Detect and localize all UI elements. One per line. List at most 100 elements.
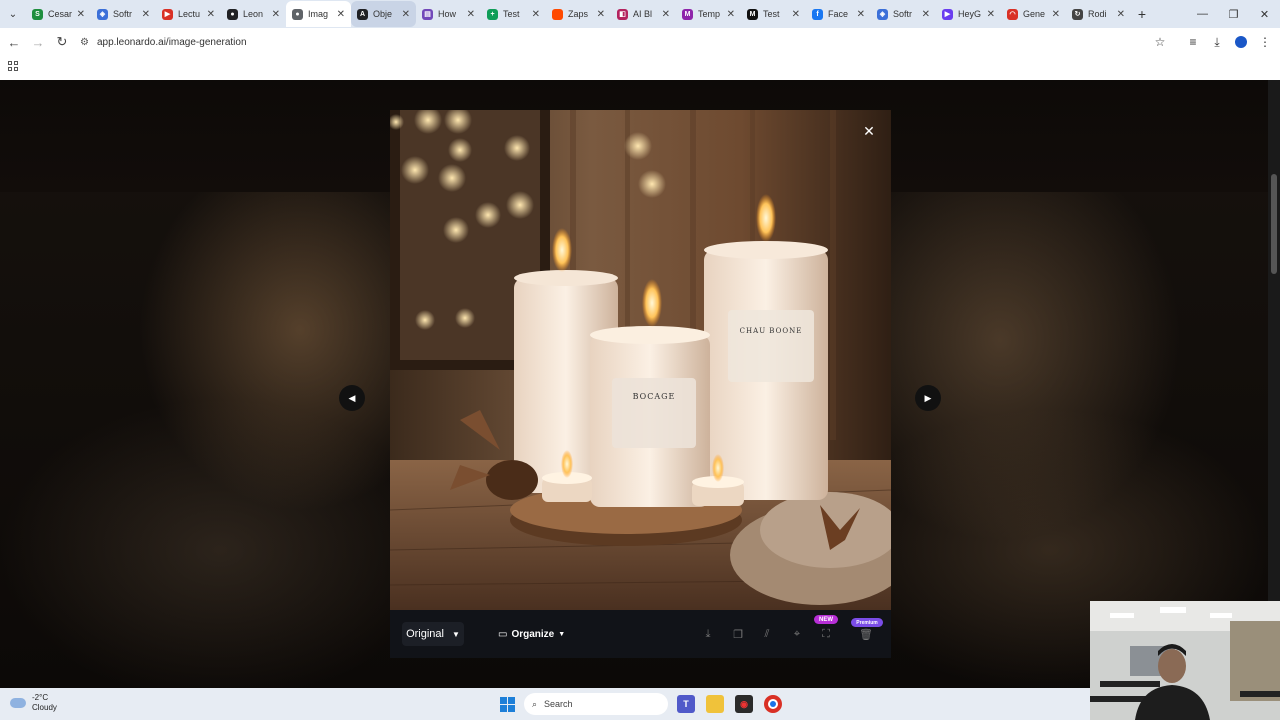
tab-close-icon[interactable]: ✕ (142, 9, 150, 20)
address-bar[interactable]: ⚙ app.leonardo.ai/image-generation (80, 31, 1170, 53)
page-scrollbar[interactable] (1268, 80, 1280, 688)
copy-image-icon[interactable]: ❐ (730, 626, 746, 642)
download-image-icon[interactable]: ⤓ (700, 626, 716, 642)
browser-tab[interactable]: ● Imag ✕ (286, 1, 351, 27)
new-tab-button[interactable]: + (1131, 6, 1153, 22)
tab-favicon-icon: ▶ (942, 8, 953, 20)
search-icon: ⌕ (532, 698, 538, 709)
file-explorer-icon[interactable] (706, 695, 724, 713)
tab-close-icon[interactable]: ✕ (337, 9, 345, 20)
tab-title: HeyG (958, 9, 982, 19)
reading-list-icon[interactable]: ≡ (1181, 30, 1205, 54)
tab-close-icon[interactable]: ✕ (922, 9, 930, 20)
close-window-button[interactable]: ✕ (1249, 0, 1280, 28)
url-text: app.leonardo.ai/image-generation (96, 36, 247, 48)
browser-tab[interactable]: ▤ How ✕ (416, 1, 481, 27)
windows-taskbar: -2°C Cloudy ⌕ Search T ◉ (0, 688, 1280, 720)
browser-tab[interactable]: M Temp ✕ (676, 1, 741, 27)
chrome-icon[interactable] (764, 695, 782, 713)
weather-widget[interactable]: -2°C Cloudy (10, 693, 57, 713)
forward-button[interactable]: → (26, 30, 50, 54)
tab-close-icon[interactable]: ✕ (467, 9, 475, 20)
start-button[interactable] (498, 695, 516, 713)
search-placeholder: Search (544, 699, 573, 709)
browser-tab[interactable]: S Cesar ✕ (26, 1, 91, 27)
browser-tab[interactable]: ▶ Lectu ✕ (156, 1, 221, 27)
tab-close-icon[interactable]: ✕ (597, 9, 605, 20)
version-select[interactable]: Original ▼ (402, 622, 464, 646)
temperature: -2°C (32, 693, 49, 702)
upscale-icon[interactable]: ⌖ (789, 626, 805, 642)
minimize-button[interactable]: — (1187, 0, 1218, 28)
tab-title: Imag (308, 9, 329, 19)
media-app-icon[interactable]: ◉ (735, 695, 753, 713)
cloud-icon (10, 698, 26, 708)
tab-title: Face (828, 9, 849, 19)
browser-tab[interactable]: A Obje ✕ (351, 1, 416, 27)
caret-down-icon: ▼ (558, 630, 566, 638)
next-image-button[interactable]: ▶ (915, 385, 941, 411)
organize-button[interactable]: ▭ Organize ▼ (498, 622, 565, 646)
expand-icon[interactable]: ⛶ (818, 626, 834, 642)
remove-background-icon[interactable]: ⫽ (759, 626, 775, 642)
candle-label-right: CHAU BOONE (739, 327, 803, 335)
browser-tab[interactable]: + Test ✕ (481, 1, 546, 27)
browser-tab[interactable]: ◈ Softr ✕ (91, 1, 156, 27)
tab-title: Zaps (568, 9, 589, 19)
browser-tab[interactable]: ◈ Softr ✕ (871, 1, 936, 27)
tab-search-button[interactable]: ⌄ (0, 0, 26, 28)
generated-image: BOCAGE CHAU BOONE (390, 110, 891, 610)
tab-title: Softr (893, 9, 913, 19)
tab-favicon-icon: ◈ (97, 8, 108, 20)
download-icon[interactable]: ⤓ (1205, 30, 1229, 54)
previous-image-button[interactable]: ◀ (339, 385, 365, 411)
tab-close-icon[interactable]: ✕ (272, 9, 280, 20)
webcam-overlay (1090, 601, 1280, 720)
tab-close-icon[interactable]: ✕ (857, 9, 865, 20)
premium-badge: Premium (851, 618, 883, 627)
tab-title: Obje (373, 9, 393, 19)
tab-favicon-icon: ◠ (1007, 8, 1018, 20)
browser-tab[interactable]: f Face ✕ (806, 1, 871, 27)
reload-button[interactable]: ↻ (50, 30, 74, 54)
site-info-icon[interactable]: ⚙ (80, 37, 89, 48)
close-viewer-icon[interactable]: ✕ (860, 122, 878, 140)
back-button[interactable]: ← (2, 30, 26, 54)
browser-tab[interactable]: M Test ✕ (741, 1, 806, 27)
image-action-bar: Original ▼ ▭ Organize ▼ ⤓ ❐ ⫽ ⌖ ⛶ NEW 🗑 … (390, 610, 891, 658)
profile-icon[interactable] (1229, 30, 1253, 54)
taskbar-search[interactable]: ⌕ Search (524, 693, 668, 715)
tab-close-icon[interactable]: ✕ (662, 9, 670, 20)
tab-close-icon[interactable]: ✕ (727, 9, 735, 20)
tab-close-icon[interactable]: ✕ (1117, 9, 1125, 20)
restore-button[interactable]: ❐ (1218, 0, 1249, 28)
tab-close-icon[interactable]: ✕ (1052, 9, 1060, 20)
delete-icon[interactable]: 🗑 (858, 626, 874, 642)
apps-grid-icon[interactable] (8, 61, 18, 71)
browser-tab[interactable]: ↻ Rodi ✕ (1066, 1, 1131, 27)
tab-favicon-icon: ● (227, 8, 238, 20)
tab-favicon-icon: A (357, 8, 368, 20)
tab-close-icon[interactable]: ✕ (207, 9, 215, 20)
tab-favicon-icon: + (487, 8, 498, 20)
browser-menu-icon[interactable]: ⋮ (1253, 30, 1277, 54)
tab-favicon-icon: M (682, 8, 693, 20)
browser-tab[interactable]: ◧ AI Bl ✕ (611, 1, 676, 27)
bookmark-star-icon[interactable]: ☆ (1148, 30, 1172, 54)
browser-tab[interactable]: ▶ HeyG ✕ (936, 1, 1001, 27)
candle-label-left: BOCAGE (632, 392, 676, 401)
tab-favicon-icon: ◧ (617, 8, 628, 20)
tab-close-icon[interactable]: ✕ (792, 9, 800, 20)
tab-title: AI Bl (633, 9, 653, 19)
tab-close-icon[interactable]: ✕ (987, 9, 995, 20)
tab-close-icon[interactable]: ✕ (77, 9, 85, 20)
tab-close-icon[interactable]: ✕ (532, 9, 540, 20)
teams-icon[interactable]: T (677, 695, 695, 713)
tab-favicon-icon: ↻ (1072, 8, 1083, 20)
browser-tab[interactable]: Zaps ✕ (546, 1, 611, 27)
tab-close-icon[interactable]: ✕ (402, 9, 410, 20)
tab-title: Gene (1023, 9, 1046, 19)
new-badge: NEW (814, 615, 838, 624)
browser-tab[interactable]: ◠ Gene ✕ (1001, 1, 1066, 27)
browser-tab[interactable]: ● Leon ✕ (221, 1, 286, 27)
